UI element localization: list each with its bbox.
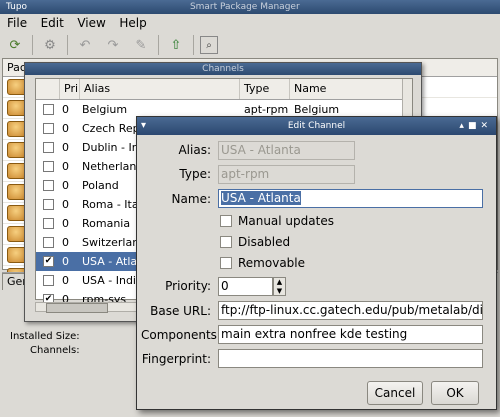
header-pri[interactable]: Pri [60, 79, 80, 99]
header-type[interactable]: Type [240, 79, 290, 99]
main-faded-title: Smart Package Manager [189, 2, 300, 12]
manual-updates-checkbox[interactable]: Manual updates [220, 214, 334, 228]
channel-priority: 0 [62, 255, 69, 268]
channel-list-header: Pri Alias Type Name [36, 79, 412, 100]
channels-titlebar: Channels [25, 63, 421, 75]
minimize-icon[interactable]: ▴ [459, 121, 468, 131]
type-field: apt-rpm [218, 165, 355, 184]
channel-alias: Belgium [82, 103, 128, 116]
channel-priority: 0 [62, 217, 69, 230]
channel-priority: 0 [62, 274, 69, 287]
channel-priority: 0 [62, 179, 69, 192]
channel-checkbox[interactable] [43, 199, 54, 210]
menu-view[interactable]: View [72, 14, 110, 32]
clear-icon[interactable]: ✎ [130, 34, 152, 56]
header-check-col [36, 79, 60, 99]
manual-updates-label: Manual updates [238, 214, 334, 228]
channel-checkbox[interactable] [43, 218, 54, 229]
hscroll-thumb[interactable] [46, 303, 108, 313]
disabled-label: Disabled [238, 235, 291, 249]
cancel-button[interactable]: Cancel [367, 381, 423, 405]
channel-checkbox[interactable] [43, 237, 54, 248]
priority-value: 0 [221, 279, 229, 293]
main-titlebar: Tupo Smart Package Manager [0, 0, 500, 14]
toolbar: ⟳ ⚙ ↶ ↷ ✎ ⇧ ⌕ [4, 34, 218, 56]
installed-size-label: Installed Size: [10, 331, 80, 342]
header-name[interactable]: Name [290, 79, 404, 99]
apply-icon[interactable]: ⚙ [39, 34, 61, 56]
window-menu-icon[interactable]: ▾ [141, 117, 146, 135]
components-field[interactable]: main extra nonfree kde testing [218, 325, 483, 344]
edit-titlebar: ▾ Edit Channel ▴■✕ [137, 117, 496, 135]
priority-spin-buttons[interactable]: ▲ ▼ [273, 277, 286, 296]
name-field[interactable]: USA - Atlanta [218, 189, 483, 208]
checkbox-box[interactable] [220, 215, 232, 227]
base-url-label: Base URL: [150, 304, 211, 318]
main-title: Tupo [6, 2, 28, 12]
channel-checkbox[interactable] [43, 142, 54, 153]
find-icon[interactable]: ⌕ [200, 36, 218, 54]
redo-icon[interactable]: ↷ [102, 34, 124, 56]
alias-field: USA - Atlanta [218, 141, 355, 160]
channel-name: Belgium [294, 103, 340, 116]
name-label: Name: [171, 192, 211, 206]
name-value: USA - Atlanta [221, 191, 301, 205]
priority-stepper[interactable]: 0 [218, 277, 273, 296]
channel-priority: 0 [62, 103, 69, 116]
spin-up-icon[interactable]: ▲ [274, 278, 285, 287]
undo-icon[interactable]: ↶ [74, 34, 96, 56]
type-label: Type: [179, 167, 211, 181]
channel-checkbox[interactable] [43, 275, 54, 286]
toolbar-separator [67, 35, 68, 55]
alias-label: Alias: [178, 143, 211, 157]
channel-checkbox[interactable] [43, 123, 54, 134]
priority-label: Priority: [165, 279, 211, 293]
channel-priority: 0 [62, 198, 69, 211]
channel-checkbox[interactable] [43, 104, 54, 115]
channel-priority: 0 [62, 122, 69, 135]
window-controls: ▴■✕ [459, 117, 492, 135]
edit-channel-dialog: ▾ Edit Channel ▴■✕ Alias: USA - Atlanta … [136, 116, 497, 410]
channel-priority: 0 [62, 236, 69, 249]
edit-title: Edit Channel [287, 121, 346, 131]
header-alias[interactable]: Alias [80, 79, 240, 99]
toolbar-separator [158, 35, 159, 55]
upgrade-icon[interactable]: ⇧ [165, 34, 187, 56]
components-label: Components: [141, 328, 221, 342]
toolbar-separator [193, 35, 194, 55]
fingerprint-label: Fingerprint: [141, 352, 211, 366]
menubar: File Edit View Help [2, 14, 152, 32]
removable-label: Removable [238, 256, 306, 270]
close-icon[interactable]: ✕ [480, 121, 492, 131]
ok-button[interactable]: OK [431, 381, 479, 405]
channel-checkbox[interactable] [43, 161, 54, 172]
fingerprint-field[interactable] [218, 349, 483, 368]
base-url-field[interactable]: ftp://ftp-linux.cc.gatech.edu/pub/metala… [218, 301, 483, 320]
refresh-icon[interactable]: ⟳ [4, 34, 26, 56]
disabled-checkbox[interactable]: Disabled [220, 235, 290, 249]
menu-file[interactable]: File [2, 14, 32, 32]
channels-label: Channels: [30, 345, 80, 356]
menu-edit[interactable]: Edit [36, 14, 69, 32]
channel-checkbox[interactable] [43, 180, 54, 191]
toolbar-separator [32, 35, 33, 55]
channel-priority: 0 [62, 160, 69, 173]
channel-priority: 0 [62, 141, 69, 154]
checkbox-box[interactable] [220, 236, 232, 248]
menu-help[interactable]: Help [114, 14, 151, 32]
channel-type: apt-rpm [244, 103, 289, 116]
checkbox-box[interactable] [220, 257, 232, 269]
removable-checkbox[interactable]: Removable [220, 256, 305, 270]
maximize-icon[interactable]: ■ [468, 121, 481, 131]
channel-checkbox[interactable]: ✔ [43, 256, 54, 267]
spin-down-icon[interactable]: ▼ [274, 287, 285, 296]
